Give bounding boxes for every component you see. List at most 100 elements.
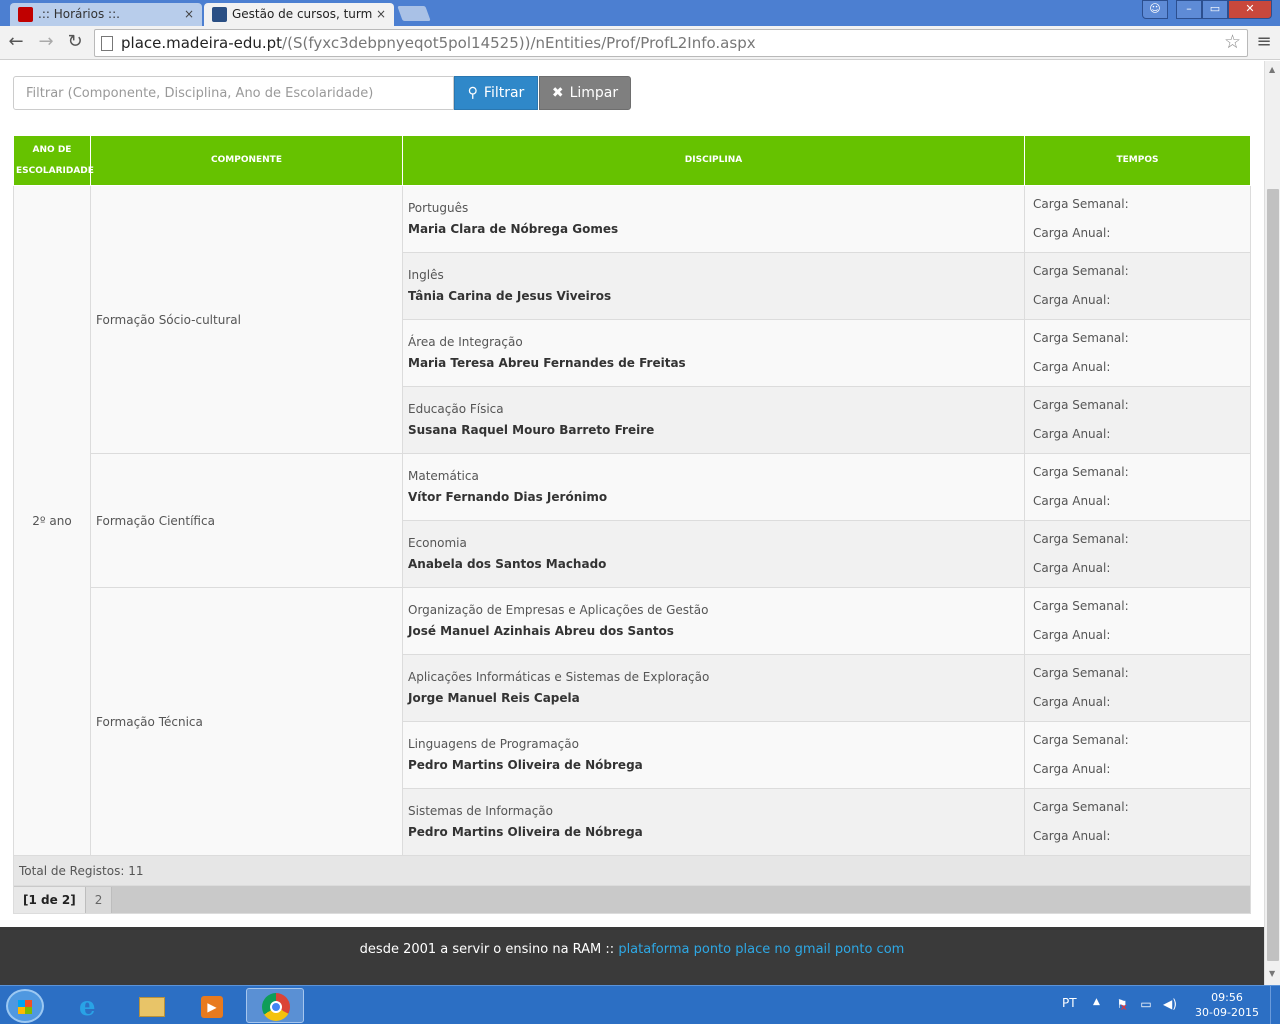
teacher-name: Pedro Martins Oliveira de Nóbrega bbox=[408, 758, 643, 772]
start-button[interactable] bbox=[6, 989, 44, 1023]
url-host: place.madeira-edu.pt bbox=[121, 34, 283, 52]
clock-time: 09:56 bbox=[1211, 991, 1243, 1004]
disciplina-name: Português bbox=[408, 201, 469, 215]
carga-semanal-label: Carga Semanal: bbox=[1033, 264, 1129, 278]
taskbar-file-explorer[interactable] bbox=[122, 988, 180, 1023]
bookmark-star-icon[interactable]: ☆ bbox=[1224, 31, 1241, 53]
carga-anual-label: Carga Anual: bbox=[1033, 762, 1111, 776]
header-ano[interactable]: Ano de Escolaridade bbox=[13, 135, 94, 186]
teacher-name: José Manuel Azinhais Abreu dos Santos bbox=[408, 624, 674, 638]
teacher-name: Susana Raquel Mouro Barreto Freire bbox=[408, 423, 655, 437]
tab-label: Gestão de cursos, turmas, bbox=[232, 7, 372, 21]
disciplina-name: Economia bbox=[408, 536, 467, 550]
forward-arrow-icon[interactable]: → bbox=[35, 31, 57, 53]
carga-semanal-label: Carga Semanal: bbox=[1033, 800, 1129, 814]
table-row: 2º ano Formação Sócio-cultural Português… bbox=[13, 185, 1251, 856]
table-header-row: Ano de Escolaridade Componente Disciplina… bbox=[13, 135, 1251, 186]
disciplina-name: Área de Integração bbox=[408, 335, 523, 349]
disciplina-name: Linguagens de Programação bbox=[408, 737, 579, 751]
filter-input[interactable] bbox=[13, 76, 454, 110]
tab-horarios[interactable]: .:: Horários ::. × bbox=[10, 3, 202, 26]
media-player-icon: ▶ bbox=[201, 996, 223, 1018]
show-hidden-icons-arrow-icon[interactable]: ▲ bbox=[1093, 997, 1100, 1007]
network-icon[interactable]: ▭ bbox=[1139, 997, 1153, 1011]
maximize-button[interactable]: ▭ bbox=[1202, 0, 1228, 19]
close-icon: ✖ bbox=[551, 85, 564, 101]
pager-page-2-link[interactable]: 2 bbox=[85, 886, 113, 913]
disciplina-name: Organização de Empresas e Aplicações de … bbox=[408, 603, 709, 617]
cell-disciplina: Inglês Tânia Carina de Jesus Viveiros bbox=[402, 252, 1025, 320]
browser-menu-icon[interactable]: ≡ bbox=[1256, 32, 1272, 52]
filter-button[interactable]: ⚲ Filtrar bbox=[454, 76, 538, 110]
clear-button[interactable]: ✖ Limpar bbox=[539, 76, 631, 110]
carga-semanal-label: Carga Semanal: bbox=[1033, 599, 1129, 613]
carga-anual-label: Carga Anual: bbox=[1033, 360, 1111, 374]
total-records: Total de Registos: 11 bbox=[13, 855, 1251, 886]
disciplines-table: Ano de Escolaridade Componente Disciplina… bbox=[13, 135, 1251, 914]
carga-anual-label: Carga Anual: bbox=[1033, 628, 1111, 642]
place-favicon-icon bbox=[212, 7, 227, 22]
show-desktop-button[interactable] bbox=[1270, 986, 1280, 1024]
carga-semanal-label: Carga Semanal: bbox=[1033, 733, 1129, 747]
carga-semanal-label: Carga Semanal: bbox=[1033, 197, 1129, 211]
cell-tempos: Carga Semanal: Carga Anual: bbox=[1024, 185, 1251, 253]
disciplina-name: Aplicações Informáticas e Sistemas de Ex… bbox=[408, 670, 710, 684]
cell-disciplina: Organização de Empresas e Aplicações de … bbox=[402, 587, 1025, 655]
teacher-name: Jorge Manuel Reis Capela bbox=[408, 691, 580, 705]
tab-gestao-cursos[interactable]: Gestão de cursos, turmas, × bbox=[204, 3, 394, 26]
disciplina-name: Inglês bbox=[408, 268, 444, 282]
vertical-scrollbar[interactable]: ▲ ▼ bbox=[1264, 61, 1280, 985]
taskbar-chrome[interactable] bbox=[246, 988, 304, 1023]
disciplina-name: Matemática bbox=[408, 469, 479, 483]
disciplina-name: Sistemas de Informação bbox=[408, 804, 553, 818]
footer-contact-link[interactable]: plataforma ponto place no gmail ponto co… bbox=[618, 942, 904, 957]
carga-semanal-label: Carga Semanal: bbox=[1033, 398, 1129, 412]
header-tempos[interactable]: Tempos bbox=[1024, 135, 1251, 186]
language-indicator[interactable]: PT bbox=[1062, 996, 1077, 1010]
close-window-button[interactable]: ✕ bbox=[1228, 0, 1272, 19]
table-row: Formação Técnica Organização de Empresas… bbox=[14, 587, 1251, 856]
cell-tempos: Carga Semanal: Carga Anual: bbox=[1024, 788, 1251, 856]
scrollbar-thumb[interactable] bbox=[1267, 189, 1279, 961]
action-center-alert-icon: × bbox=[1120, 1003, 1128, 1013]
back-arrow-icon[interactable]: ← bbox=[5, 31, 27, 53]
teacher-name: Tânia Carina de Jesus Viveiros bbox=[408, 289, 612, 303]
minimize-button[interactable]: – bbox=[1176, 0, 1202, 19]
page-footer: desde 2001 a servir o ensino na RAM :: p… bbox=[0, 927, 1264, 985]
cell-tempos: Carga Semanal: Carga Anual: bbox=[1024, 654, 1251, 722]
taskbar-internet-explorer[interactable]: e bbox=[62, 988, 120, 1023]
carga-anual-label: Carga Anual: bbox=[1033, 494, 1111, 508]
carga-anual-label: Carga Anual: bbox=[1033, 695, 1111, 709]
scroll-down-arrow-icon[interactable]: ▼ bbox=[1269, 969, 1275, 978]
cell-tempos: Carga Semanal: Carga Anual: bbox=[1024, 319, 1251, 387]
pager-row: [1 de 2] 2 bbox=[13, 885, 1251, 914]
total-row: Total de Registos: 11 bbox=[13, 855, 1251, 886]
disciplina-name: Educação Física bbox=[408, 402, 504, 416]
new-tab-button[interactable] bbox=[397, 6, 431, 21]
scroll-up-arrow-icon[interactable]: ▲ bbox=[1269, 65, 1275, 74]
close-tab-icon[interactable]: × bbox=[184, 3, 194, 25]
system-clock[interactable]: 09:56 30-09-2015 bbox=[1188, 990, 1266, 1020]
header-disciplina[interactable]: Disciplina bbox=[402, 135, 1025, 186]
reload-icon[interactable]: ↻ bbox=[64, 31, 86, 53]
volume-icon[interactable]: ◀) bbox=[1163, 997, 1177, 1011]
footer-text: desde 2001 a servir o ensino na RAM :: bbox=[359, 942, 619, 957]
cell-tempos: Carga Semanal: Carga Anual: bbox=[1024, 520, 1251, 588]
internet-explorer-icon: e bbox=[79, 992, 96, 1022]
carga-anual-label: Carga Anual: bbox=[1033, 293, 1111, 307]
cell-disciplina: Português Maria Clara de Nóbrega Gomes bbox=[402, 185, 1025, 253]
cell-disciplina: Matemática Vítor Fernando Dias Jerónimo bbox=[402, 453, 1025, 521]
search-icon: ⚲ bbox=[467, 85, 478, 101]
cell-componente: Formação Técnica bbox=[90, 587, 403, 856]
url-text[interactable]: place.madeira-edu.pt/(S(fyxc3debpnyeqot5… bbox=[121, 34, 756, 52]
header-componente[interactable]: Componente bbox=[90, 135, 403, 186]
close-tab-icon[interactable]: × bbox=[376, 3, 386, 25]
teacher-name: Pedro Martins Oliveira de Nóbrega bbox=[408, 825, 643, 839]
clock-date: 30-09-2015 bbox=[1195, 1006, 1259, 1019]
taskbar-media-player[interactable]: ▶ bbox=[182, 988, 240, 1023]
cell-disciplina: Educação Física Susana Raquel Mouro Barre… bbox=[402, 386, 1025, 454]
user-profile-button[interactable]: ☺ bbox=[1142, 0, 1168, 19]
cell-disciplina: Linguagens de Programação Pedro Martins O… bbox=[402, 721, 1025, 789]
cell-disciplina: Sistemas de Informação Pedro Martins Oliv… bbox=[402, 788, 1025, 856]
address-bar[interactable]: place.madeira-edu.pt/(S(fyxc3debpnyeqot5… bbox=[94, 29, 1248, 57]
